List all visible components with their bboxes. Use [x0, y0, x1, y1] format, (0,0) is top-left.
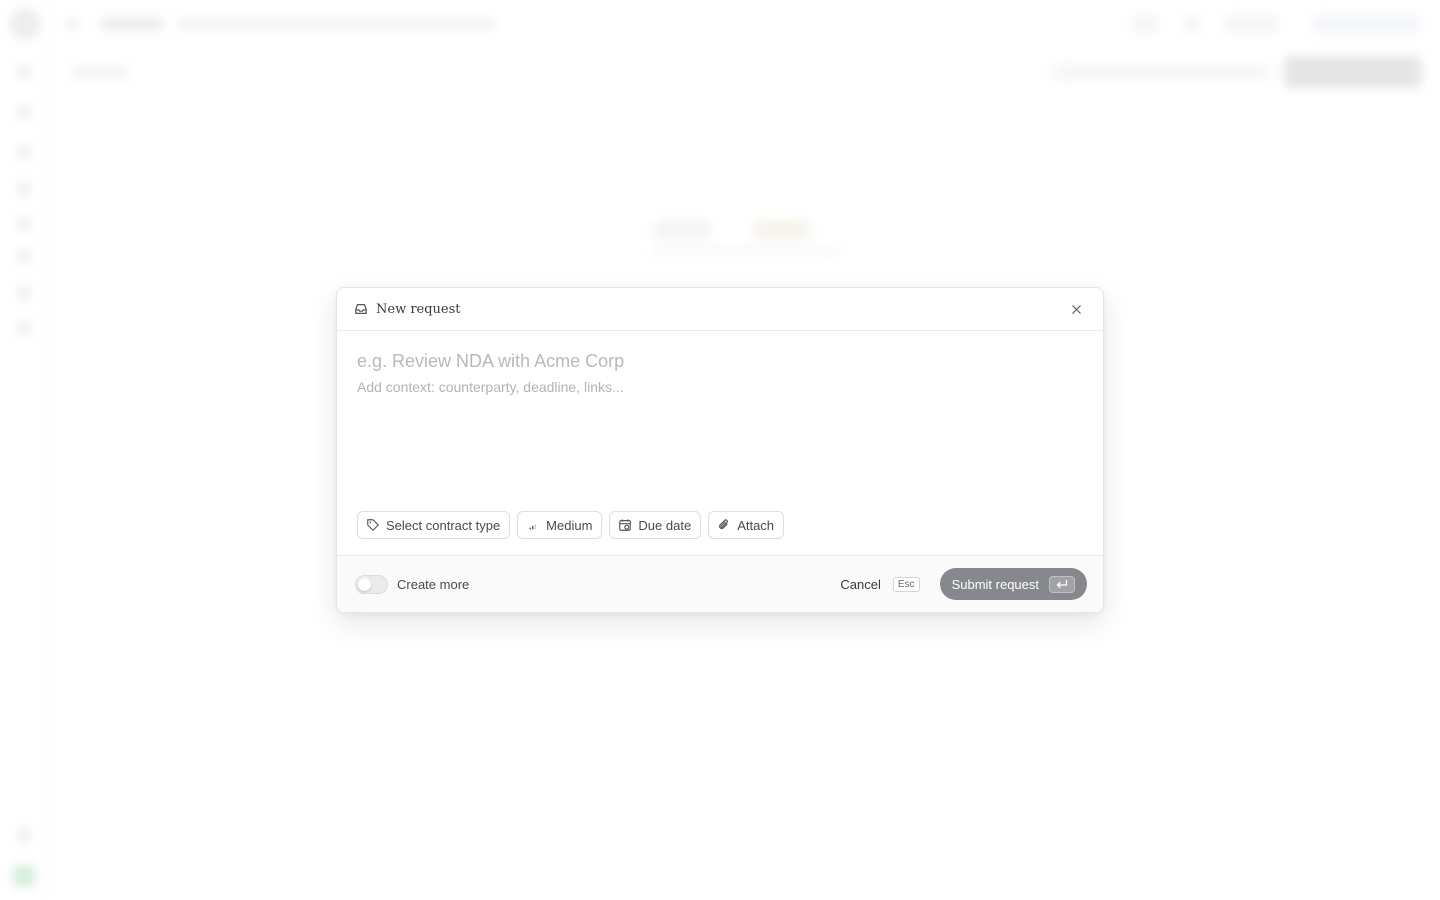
- signal-bars-icon: [526, 518, 540, 532]
- close-icon[interactable]: [1069, 302, 1083, 316]
- inbox-icon: [354, 302, 368, 316]
- enter-key-icon: [1049, 575, 1075, 593]
- dialog-header: New request: [337, 288, 1103, 331]
- attach-button[interactable]: Attach: [708, 511, 785, 539]
- dialog-body: Select contract type Medium: [337, 331, 1103, 556]
- request-description-input[interactable]: [357, 379, 1083, 489]
- request-properties: Select contract type Medium Due date Att…: [357, 511, 785, 539]
- contract-type-label: Select contract type: [386, 517, 501, 533]
- toggle-knob: [358, 577, 371, 591]
- dialog-title: New request: [376, 301, 461, 317]
- due-date-label: Due date: [638, 517, 692, 533]
- create-more-toggle[interactable]: [355, 574, 388, 594]
- esc-shortcut-badge: Esc: [892, 576, 920, 592]
- submit-request-button[interactable]: Submit request: [939, 568, 1087, 600]
- priority-label: Medium: [546, 517, 593, 533]
- cancel-button[interactable]: Cancel: [840, 577, 880, 592]
- dialog-footer: Create more Cancel Esc Submit request: [337, 555, 1103, 612]
- tag-icon: [366, 518, 380, 532]
- new-request-dialog: New request Select contract type: [336, 287, 1104, 613]
- submit-request-label: Submit request: [951, 576, 1039, 592]
- contract-type-button[interactable]: Select contract type: [357, 511, 511, 539]
- calendar-icon: [618, 518, 632, 532]
- due-date-button[interactable]: Due date: [609, 511, 702, 539]
- create-more-label: Create more: [397, 576, 470, 592]
- request-title-input[interactable]: [357, 349, 1083, 373]
- priority-button[interactable]: Medium: [517, 511, 603, 539]
- attach-label: Attach: [737, 517, 775, 533]
- paperclip-icon: [717, 518, 731, 532]
